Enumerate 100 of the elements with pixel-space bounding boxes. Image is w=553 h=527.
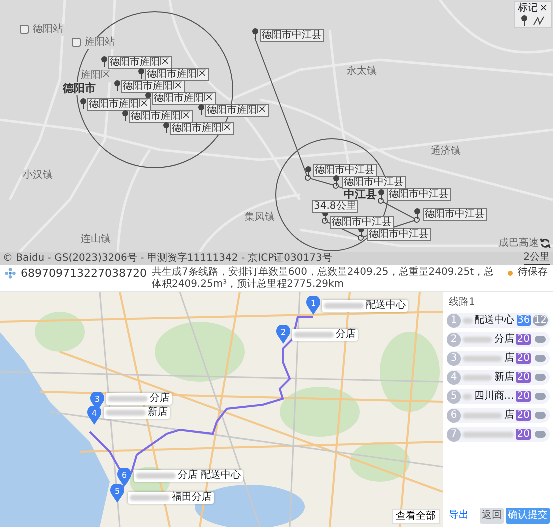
station-icon xyxy=(20,25,29,34)
stop-marker: 1 xyxy=(306,296,321,315)
stop-name: 配送中心 xyxy=(474,314,515,326)
route-stop-item[interactable]: 2 分店 20 xyxy=(447,332,550,347)
stop-label: 分店 配送中心 xyxy=(178,470,242,482)
pin-icon xyxy=(114,80,121,91)
marker-label: 德阳市旌阳区 xyxy=(205,104,269,117)
stop-number: 4 xyxy=(447,370,461,384)
place-label: 永太镇 xyxy=(346,66,378,78)
marker-label: 德阳市旌阳区 xyxy=(87,98,151,111)
stop-label: 配送中心 xyxy=(366,300,406,312)
route-stop-item[interactable]: 1 配送中心 36 12 xyxy=(447,313,550,328)
order-count: 20 xyxy=(516,410,531,421)
blurred-text xyxy=(463,336,492,342)
place-label: 德阳站 xyxy=(32,24,64,36)
stop-name: 分店 xyxy=(494,334,514,346)
order-id: 689709713227038720 xyxy=(21,267,147,280)
pin-icon xyxy=(122,110,129,121)
network-icon xyxy=(5,268,16,279)
order-count: 20 xyxy=(516,372,531,383)
place-label: 集凤镇 xyxy=(244,212,276,224)
route-stop-item[interactable]: 3 店 20 xyxy=(447,351,550,366)
stop-marker: 2 xyxy=(276,325,291,344)
export-link[interactable]: 导出 xyxy=(447,508,471,524)
road-label: 成巴高速 xyxy=(498,238,540,250)
polyline-icon[interactable] xyxy=(533,16,546,26)
waypoint-dot xyxy=(378,198,384,204)
marker-label: 德阳市中江县 xyxy=(387,188,451,201)
blurred-text xyxy=(463,432,514,438)
blurred-text xyxy=(136,473,176,479)
route-stop-item[interactable]: 4 新店 20 xyxy=(447,370,550,385)
blurred-text xyxy=(106,410,146,416)
distance-label: 34.8公里 xyxy=(312,200,358,213)
blurred-text xyxy=(463,412,502,418)
place-label: 德阳市 xyxy=(62,82,97,96)
stop-number: 3 xyxy=(447,352,461,366)
stop-label: 福田分店 xyxy=(172,492,212,504)
pin-icon xyxy=(163,122,170,133)
waypoint-dot xyxy=(414,217,420,223)
blurred-text xyxy=(108,396,148,402)
marker-label: 德阳市旌阳区 xyxy=(121,80,185,93)
route-stop-item[interactable]: 6 店 20 xyxy=(447,408,550,423)
blurred-text xyxy=(463,356,502,362)
stop-number: 6 xyxy=(447,408,461,422)
waypoint-dot xyxy=(333,183,339,189)
status-label: 待保存 xyxy=(518,267,548,279)
close-button[interactable]: × xyxy=(540,3,548,15)
order-count: 20 xyxy=(516,429,531,440)
marker-label: 德阳市旌阳区 xyxy=(170,122,234,135)
blurred-text xyxy=(324,303,364,309)
map-scale: 2公里 xyxy=(524,252,550,265)
stop-label: 分店 xyxy=(336,329,356,341)
pin-icon[interactable] xyxy=(520,15,528,26)
stop-name: 店 xyxy=(504,410,514,422)
view-all-button[interactable]: 查看全部 xyxy=(392,509,440,524)
waypoint-dot xyxy=(358,235,364,241)
pin-icon xyxy=(378,189,385,200)
marker-label: 德阳市旌阳区 xyxy=(129,110,193,123)
back-button[interactable]: 返回 xyxy=(480,508,504,524)
pin-icon xyxy=(305,166,312,177)
marker-label: 德阳市中江县 xyxy=(342,176,406,189)
park-area xyxy=(35,312,85,352)
station-icon xyxy=(72,38,81,47)
marker-label: 德阳市中江县 xyxy=(367,228,431,241)
stop-name: 四川商… xyxy=(474,390,514,402)
refresh-icon[interactable] xyxy=(540,238,551,249)
order-count: 36 xyxy=(516,315,532,326)
stop-marker: 5 xyxy=(110,484,125,503)
stop-name: 新店 xyxy=(494,372,514,384)
stop-marker: 4 xyxy=(87,406,102,425)
blurred-text xyxy=(463,318,473,324)
pin-icon xyxy=(138,68,145,79)
order-count: 20 xyxy=(516,391,531,402)
map-attribution: © Baidu - GS(2023)3206号 - 甲测资字11111342 - 京ICP证030173号 xyxy=(3,252,332,264)
waypoint-dot xyxy=(322,218,328,224)
legend-title: 标记 xyxy=(518,3,538,15)
route-stop-item[interactable]: 7 20 xyxy=(447,427,550,442)
pin-icon xyxy=(333,175,340,186)
blurred-text xyxy=(463,374,492,380)
pin-icon xyxy=(198,104,205,115)
route-stop-item[interactable]: 5 四川商… 20 xyxy=(447,389,550,404)
stop-label: 新店 xyxy=(148,407,168,419)
stop-name: 店 xyxy=(504,352,514,364)
marker-label: 德阳市旌阳区 xyxy=(152,92,216,105)
stop-number: 1 xyxy=(447,314,461,328)
place-label: 旌阳区 xyxy=(80,70,112,82)
status-dot xyxy=(508,271,513,276)
stop-number: 2 xyxy=(447,332,461,346)
marker-label: 德阳市中江县 xyxy=(330,216,394,229)
summary-text: 共生成7条线路，安排订单数量600，总数量2409.25，总重量2409.25t，总体积2409.25m³，预计总里程2775.29km xyxy=(152,267,496,291)
stop-label: 分店 xyxy=(150,393,170,405)
waypoint-dot xyxy=(305,175,311,181)
marker-label: 德阳市中江县 xyxy=(260,29,324,42)
place-label: 小汉镇 xyxy=(22,170,54,182)
marker-label: 德阳市旌阳区 xyxy=(145,68,209,81)
stop-number: 7 xyxy=(447,428,461,442)
pin-icon xyxy=(101,56,108,67)
place-label: 旌阳站 xyxy=(84,37,116,49)
place-label: 通济镇 xyxy=(430,146,462,158)
marker-label: 德阳市旌阳区 xyxy=(108,56,172,69)
